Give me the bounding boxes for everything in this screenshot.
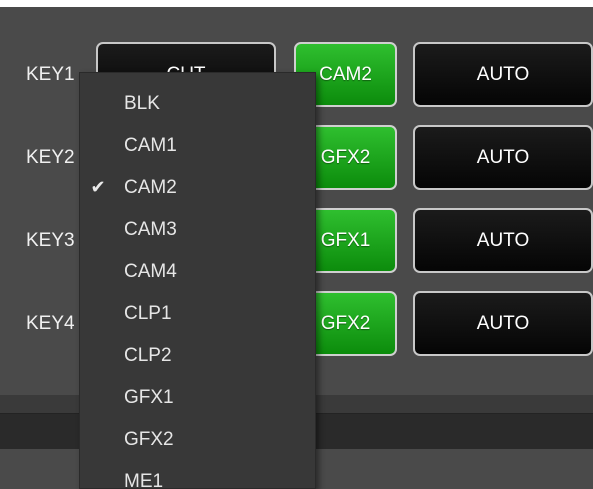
key3-auto-label: AUTO [476,229,530,251]
key2-auto-label: AUTO [476,146,530,168]
key1-source-label: CAM2 [319,63,372,85]
menu-item-label: CLP1 [124,302,172,324]
key3-auto-button[interactable]: AUTO [413,208,593,273]
menu-item-blk[interactable]: BLK [80,83,315,124]
key1-auto-button[interactable]: AUTO [413,42,593,107]
menu-item-cam1[interactable]: CAM1 [80,125,315,166]
menu-item-clp1[interactable]: CLP1 [80,293,315,334]
menu-item-label: GFX2 [124,428,174,450]
menu-item-cam3[interactable]: CAM3 [80,209,315,250]
menu-item-label: BLK [124,92,160,114]
key4-source-label: GFX2 [320,312,371,334]
source-dropdown-menu: BLK CAM1 ✔ CAM2 CAM3 CAM4 CLP1 CLP2 GFX1… [79,72,316,489]
key1-auto-label: AUTO [476,63,530,85]
key1-label: KEY1 [26,64,75,85]
key4-auto-button[interactable]: AUTO [413,291,593,356]
menu-item-label: CAM1 [124,134,177,156]
menu-item-gfx2[interactable]: GFX2 [80,419,315,460]
menu-item-label: CLP2 [124,344,172,366]
key3-source-label: GFX1 [320,229,371,251]
menu-item-me1[interactable]: ME1 [80,461,315,489]
key2-source-label: GFX2 [320,146,371,168]
menu-item-cam4[interactable]: CAM4 [80,251,315,292]
menu-item-clp2[interactable]: CLP2 [80,335,315,376]
menu-item-label: CAM4 [124,260,177,282]
menu-item-label: ME1 [124,470,164,489]
key3-label: KEY3 [26,230,75,251]
top-strip [0,0,593,7]
menu-item-label: GFX1 [124,386,174,408]
key4-auto-label: AUTO [476,312,530,334]
menu-item-gfx1[interactable]: GFX1 [80,377,315,418]
menu-item-cam2[interactable]: ✔ CAM2 [80,167,315,208]
menu-item-label: CAM2 [124,176,177,198]
checkmark-icon: ✔ [90,177,106,197]
menu-item-label: CAM3 [124,218,177,240]
key2-auto-button[interactable]: AUTO [413,125,593,190]
key2-label: KEY2 [26,147,75,168]
key4-label: KEY4 [26,313,75,334]
